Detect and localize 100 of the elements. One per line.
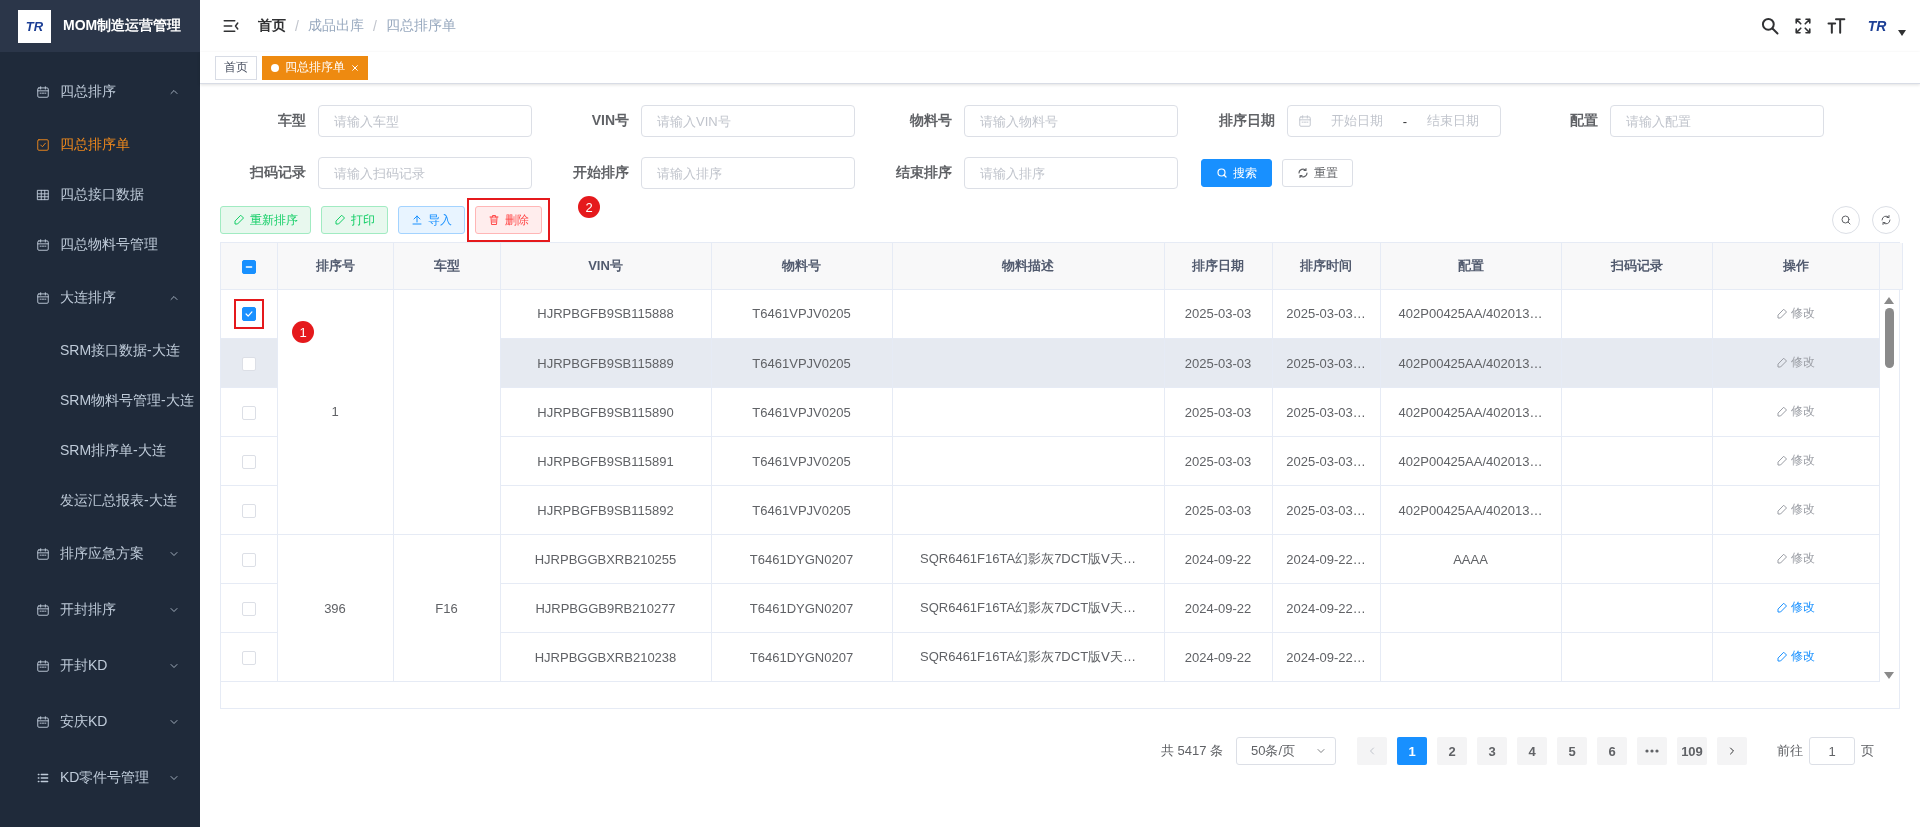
description-cell: SQR6461F16TA幻影灰7DCT版Ⅴ天…	[920, 600, 1136, 615]
column-header: 排序日期	[1164, 243, 1272, 289]
select-all-checkbox[interactable]	[241, 259, 256, 274]
calendar-icon	[36, 659, 50, 673]
search-toggle-button[interactable]	[1832, 206, 1860, 234]
menu-group[interactable]: 排序应急方案	[0, 526, 200, 582]
page-button[interactable]: 5	[1557, 737, 1587, 765]
page-button[interactable]: 4	[1517, 737, 1547, 765]
menu-group[interactable]: 安庆KD	[0, 694, 200, 750]
refresh-icon	[1880, 214, 1892, 226]
breadcrumb-separator: /	[295, 18, 299, 34]
breadcrumb-item[interactable]: 首页	[258, 17, 286, 35]
time-cell: 2025-03-03…	[1286, 355, 1366, 371]
breadcrumb-separator: /	[372, 18, 377, 34]
more-icon	[1645, 749, 1659, 753]
vin-cell: HJRPBGGB9RB210277	[535, 600, 676, 616]
app-title: MOM制造运营管理	[63, 17, 182, 35]
input-field[interactable]: 请输入排序	[964, 157, 1178, 189]
menu-group[interactable]: 开封KD	[0, 638, 200, 694]
date-range-field[interactable]: 开始日期 - 结束日期	[1287, 105, 1501, 137]
menu-group[interactable]: 四总排序	[0, 64, 200, 120]
page-button[interactable]: 109	[1677, 737, 1707, 765]
reset-button[interactable]: 重置	[1282, 159, 1353, 187]
material-cell: T6461VPJV0205	[752, 453, 851, 469]
menu-item[interactable]: SRM接口数据-大连	[0, 326, 200, 376]
calendar-icon	[36, 547, 50, 561]
time-cell: 2025-03-03…	[1286, 306, 1366, 322]
field-label: 开始排序	[572, 164, 630, 182]
menu-group[interactable]: 大连排序	[0, 270, 200, 326]
column-header: 扫码记录	[1561, 243, 1712, 289]
menu-item[interactable]: 四总接口数据	[0, 170, 200, 220]
column-header: 物料号	[711, 243, 892, 289]
vin-cell: HJRPBGFB9SB115888	[537, 306, 674, 322]
logo: TR	[18, 9, 51, 43]
vin-cell: HJRPBGFB9SB115890	[537, 404, 674, 420]
input-field[interactable]: 请输入车型	[318, 105, 532, 137]
date-cell: 2025-03-03	[1184, 404, 1252, 420]
checkbox-icon	[36, 138, 50, 152]
column-header: 车型	[393, 243, 500, 289]
font-size-icon	[1826, 16, 1846, 36]
refresh-button[interactable]	[1872, 206, 1900, 234]
page-tab[interactable]: 首页	[215, 55, 257, 80]
next-page-button[interactable]	[1717, 737, 1747, 765]
calendar-icon	[36, 238, 50, 252]
menu-item[interactable]: SRM排序单-大连	[0, 426, 200, 476]
time-cell: 2024-09-22…	[1286, 649, 1366, 665]
close-icon	[351, 63, 359, 72]
previous-page-button[interactable]	[1357, 737, 1387, 765]
breadcrumb-item: 四总排序单	[385, 17, 456, 35]
field-label: 车型	[277, 112, 307, 130]
page-button[interactable]: 2	[1437, 737, 1467, 765]
menu-item[interactable]: SRM物料号管理-大连	[0, 376, 200, 426]
column-header: VIN号	[500, 243, 711, 289]
vin-cell: HJRPBGFB9SB115892	[537, 502, 674, 518]
calendar-icon	[36, 291, 50, 305]
menu-item[interactable]: 四总排序单	[0, 120, 200, 170]
input-field[interactable]: 请输入扫码记录	[318, 157, 532, 189]
page-button[interactable]: 3	[1477, 737, 1507, 765]
input-field[interactable]: 请输入排序	[641, 157, 855, 189]
menu-item[interactable]: 四总物料号管理	[0, 220, 200, 270]
edit-icon	[1776, 650, 1788, 663]
delete-button[interactable]: 删除	[475, 206, 542, 234]
page-size-select[interactable]: 50条/页	[1236, 737, 1336, 765]
upload-icon	[411, 214, 423, 226]
page-input[interactable]: 1	[1809, 737, 1855, 765]
edit-icon	[1776, 356, 1788, 369]
date-cell: 2024-09-22	[1184, 600, 1252, 616]
menu-group[interactable]: 开封排序	[0, 582, 200, 638]
time-cell: 2025-03-03…	[1286, 404, 1366, 420]
field-label: 结束排序	[895, 164, 953, 182]
date-cell: 2025-03-03	[1184, 306, 1252, 322]
material-cell: T6461VPJV0205	[752, 404, 851, 420]
more-pages-button[interactable]	[1637, 737, 1667, 765]
time-cell: 2025-03-03…	[1286, 453, 1366, 469]
config-cell: 402P00425AA/402013…	[1398, 453, 1543, 469]
material-cell: T6461DYGN0207	[749, 551, 854, 567]
menu-group[interactable]: KD零件号管理	[0, 750, 200, 806]
edit-link[interactable]: 修改	[1776, 599, 1815, 617]
date-cell: 2025-03-03	[1184, 453, 1252, 469]
vin-cell: HJRPBGFB9SB115889	[537, 355, 674, 371]
time-cell: 2024-09-22…	[1286, 600, 1366, 616]
input-field[interactable]: 请输入VIN号	[641, 105, 855, 137]
field-label: 排序日期	[1218, 112, 1276, 130]
column-header: 排序时间	[1272, 243, 1380, 289]
search-button[interactable]: 搜索	[1201, 159, 1272, 187]
description-cell: SQR6461F16TA幻影灰7DCT版Ⅴ天…	[920, 649, 1136, 664]
import-button[interactable]: 导入	[398, 206, 465, 234]
edit-link[interactable]: 修改	[1776, 648, 1815, 666]
menu-icon	[222, 17, 240, 35]
page-button[interactable]: 1	[1397, 737, 1427, 765]
menu-item[interactable]: 发运汇总报表-大连	[0, 476, 200, 526]
scrollbar-thumb[interactable]	[1884, 307, 1894, 368]
user-logo[interactable]: TR	[1860, 12, 1894, 40]
page-suffix: 页	[1861, 742, 1874, 760]
page-button[interactable]: 6	[1597, 737, 1627, 765]
fullscreen-icon	[1794, 17, 1812, 35]
input-field[interactable]: 请输入配置	[1610, 105, 1824, 137]
vin-cell: HJRPBGFB9SB115891	[537, 453, 674, 469]
scroll-up-icon	[1883, 295, 1896, 305]
input-field[interactable]: 请输入物料号	[964, 105, 1178, 137]
